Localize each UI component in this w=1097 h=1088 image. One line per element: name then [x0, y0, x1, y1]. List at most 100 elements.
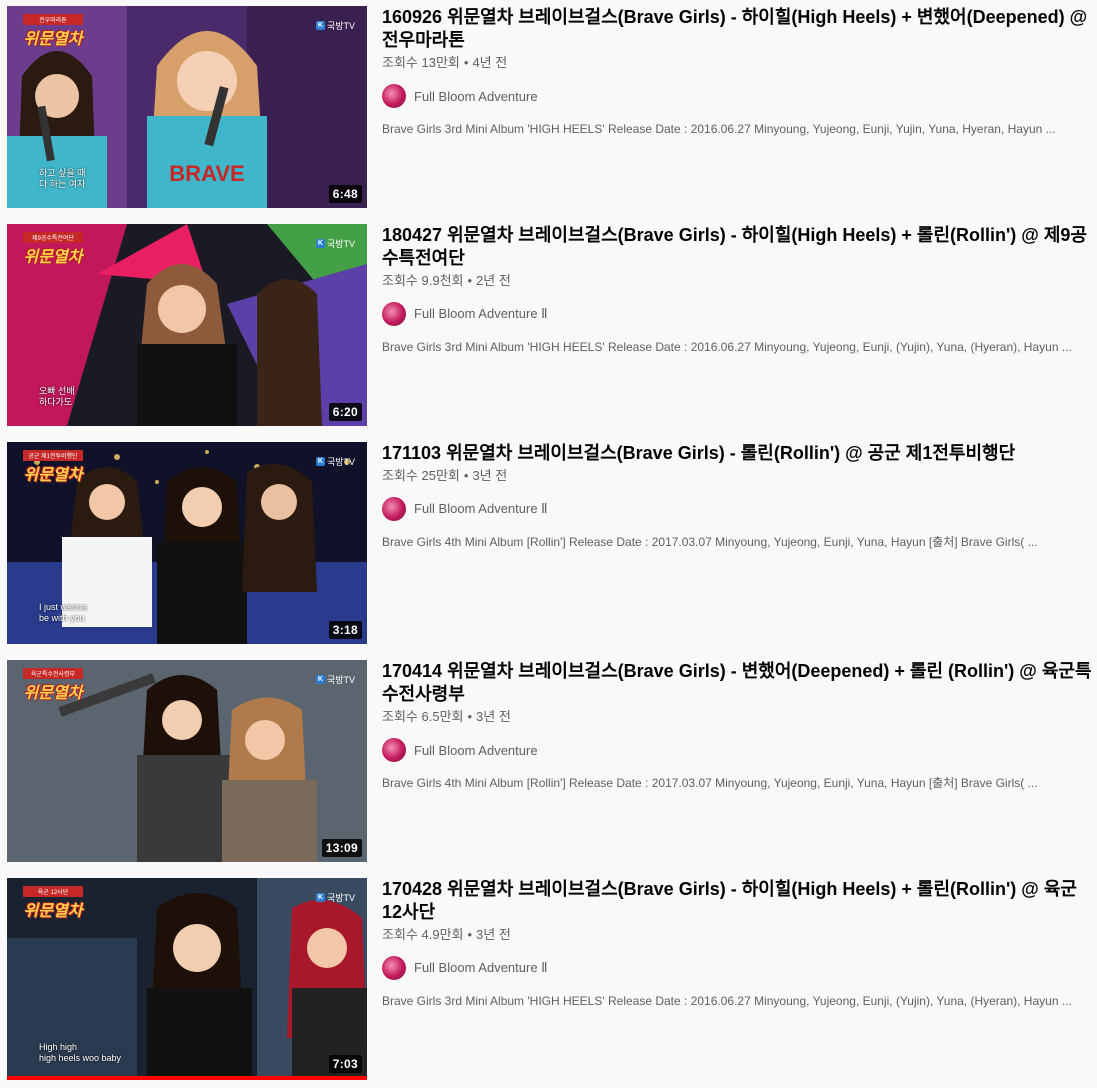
video-subtitle: 하고 싶을 때 다 하는 여자 [39, 168, 86, 189]
duration-badge: 6:20 [328, 403, 362, 421]
channel-row[interactable]: Full Bloom Adventure Ⅱ [382, 956, 1092, 980]
video-item[interactable]: 제9공수특전여단 위문열차 K 국방TV 오빠 선배 하다가도 6:20 180… [7, 224, 1097, 426]
video-subtitle: High high high heels woo baby [39, 1042, 122, 1063]
video-description: Brave Girls 4th Mini Album [Rollin'] Rel… [382, 776, 1038, 790]
channel-name[interactable]: Full Bloom Adventure [414, 89, 538, 104]
video-meta: 180427 위문열차 브레이브걸스(Brave Girls) - 하이힐(Hi… [382, 224, 1092, 356]
show-logo-caption: 육군 12사단 [23, 886, 83, 897]
separator-dot: • [467, 709, 473, 724]
video-description: Brave Girls 4th Mini Album [Rollin'] Rel… [382, 535, 1038, 549]
video-meta: 160926 위문열차 브레이브걸스(Brave Girls) - 하이힐(Hi… [382, 6, 1092, 138]
video-item[interactable]: BRAVE 전우마라톤 위문열차 K 국방TV 하고 싶을 때 다 하는 여자 … [7, 6, 1097, 208]
video-thumbnail[interactable]: BRAVE 전우마라톤 위문열차 K 국방TV 하고 싶을 때 다 하는 여자 … [7, 6, 367, 208]
video-subtitle: 오빠 선배 하다가도 [39, 386, 75, 407]
station-logo: K 국방TV [315, 19, 355, 32]
video-meta: 170414 위문열차 브레이브걸스(Brave Girls) - 변했어(De… [382, 660, 1092, 792]
show-logo-caption: 육군특수전사령부 [23, 668, 83, 679]
video-stats: 조회수 4.9만회 • 3년 전 [382, 926, 1092, 944]
channel-row[interactable]: Full Bloom Adventure Ⅱ [382, 302, 1092, 326]
station-name: 국방TV [326, 21, 355, 31]
video-title[interactable]: 170414 위문열차 브레이브걸스(Brave Girls) - 변했어(De… [382, 660, 1092, 706]
station-logo: K 국방TV [315, 891, 355, 904]
video-stats: 조회수 9.9천회 • 2년 전 [382, 272, 1092, 290]
video-meta: 170428 위문열차 브레이브걸스(Brave Girls) - 하이힐(Hi… [382, 878, 1092, 1010]
channel-name[interactable]: Full Bloom Adventure Ⅱ [414, 960, 548, 976]
video-meta: 171103 위문열차 브레이브걸스(Brave Girls) - 롤린(Rol… [382, 442, 1092, 551]
channel-row[interactable]: Full Bloom Adventure [382, 738, 1092, 762]
duration-badge: 6:48 [328, 185, 362, 203]
video-list: BRAVE 전우마라톤 위문열차 K 국방TV 하고 싶을 때 다 하는 여자 … [0, 0, 1097, 1088]
station-name: 국방TV [326, 893, 355, 903]
video-stats: 조회수 13만회 • 4년 전 [382, 54, 1092, 72]
show-logo-title: 위문열차 [23, 903, 83, 920]
separator-dot: • [467, 927, 473, 942]
show-logo-caption: 전우마라톤 [23, 14, 83, 25]
channel-name[interactable]: Full Bloom Adventure [414, 743, 538, 758]
video-description: Brave Girls 3rd Mini Album 'HIGH HEELS' … [382, 994, 1072, 1008]
watched-progress-bar [7, 1076, 367, 1080]
video-thumbnail[interactable]: 육군특수전사령부 위문열차 K 국방TV 13:09 [7, 660, 367, 862]
duration-badge: 7:03 [328, 1055, 362, 1073]
view-count: 조회수 25만회 [382, 468, 460, 483]
show-logo: 육군특수전사령부 위문열차 [23, 668, 83, 703]
channel-avatar-icon[interactable] [382, 956, 406, 980]
station-name: 국방TV [326, 675, 355, 685]
video-description: Brave Girls 3rd Mini Album 'HIGH HEELS' … [382, 122, 1056, 136]
show-logo: 공군 제1전투비행단 위문열차 [23, 450, 83, 485]
channel-avatar-icon[interactable] [382, 497, 406, 521]
station-logo: K 국방TV [315, 455, 355, 468]
upload-age: 3년 전 [476, 709, 511, 724]
show-logo-caption: 공군 제1전투비행단 [23, 450, 83, 461]
duration-badge: 3:18 [328, 621, 362, 639]
view-count: 조회수 4.9만회 [382, 927, 464, 942]
video-item[interactable]: 육군특수전사령부 위문열차 K 국방TV 13:09 170414 위문열차 브… [7, 660, 1097, 862]
channel-avatar-icon[interactable] [382, 302, 406, 326]
separator-dot: • [463, 55, 469, 70]
station-name: 국방TV [326, 239, 355, 249]
video-thumbnail[interactable]: 제9공수특전여단 위문열차 K 국방TV 오빠 선배 하다가도 6:20 [7, 224, 367, 426]
station-name: 국방TV [326, 457, 355, 467]
channel-row[interactable]: Full Bloom Adventure Ⅱ [382, 497, 1092, 521]
video-title[interactable]: 171103 위문열차 브레이브걸스(Brave Girls) - 롤린(Rol… [382, 442, 1092, 465]
show-logo-title: 위문열차 [23, 31, 83, 48]
separator-dot: • [467, 273, 473, 288]
video-description: Brave Girls 3rd Mini Album 'HIGH HEELS' … [382, 340, 1072, 354]
kbs-logo-icon: K [315, 239, 325, 248]
video-thumbnail[interactable]: 육군 12사단 위문열차 K 국방TV High high high heels… [7, 878, 367, 1080]
video-item[interactable]: 육군 12사단 위문열차 K 국방TV High high high heels… [7, 878, 1097, 1080]
view-count: 조회수 13만회 [382, 55, 460, 70]
channel-avatar-icon[interactable] [382, 738, 406, 762]
kbs-logo-icon: K [315, 21, 325, 30]
station-logo: K 국방TV [315, 673, 355, 686]
video-title[interactable]: 180427 위문열차 브레이브걸스(Brave Girls) - 하이힐(Hi… [382, 224, 1092, 270]
video-thumbnail[interactable]: 공군 제1전투비행단 위문열차 K 국방TV I just wanna be w… [7, 442, 367, 644]
channel-row[interactable]: Full Bloom Adventure [382, 84, 1092, 108]
view-count: 조회수 6.5만회 [382, 709, 464, 724]
show-logo-title: 위문열차 [23, 249, 83, 266]
channel-name[interactable]: Full Bloom Adventure Ⅱ [414, 501, 548, 517]
show-logo: 전우마라톤 위문열차 [23, 14, 83, 49]
show-logo-caption: 제9공수특전여단 [23, 232, 83, 243]
show-logo: 육군 12사단 위문열차 [23, 886, 83, 921]
kbs-logo-icon: K [315, 457, 325, 466]
video-title[interactable]: 160926 위문열차 브레이브걸스(Brave Girls) - 하이힐(Hi… [382, 6, 1092, 52]
channel-avatar-icon[interactable] [382, 84, 406, 108]
channel-name[interactable]: Full Bloom Adventure Ⅱ [414, 306, 548, 322]
video-stats: 조회수 6.5만회 • 3년 전 [382, 708, 1092, 726]
station-logo: K 국방TV [315, 237, 355, 250]
upload-age: 3년 전 [472, 468, 508, 483]
video-subtitle: I just wanna be with you [39, 602, 88, 623]
svg-text:BRAVE: BRAVE [169, 161, 244, 186]
video-item[interactable]: 공군 제1전투비행단 위문열차 K 국방TV I just wanna be w… [7, 442, 1097, 644]
upload-age: 4년 전 [472, 55, 508, 70]
view-count: 조회수 9.9천회 [382, 273, 464, 288]
video-title[interactable]: 170428 위문열차 브레이브걸스(Brave Girls) - 하이힐(Hi… [382, 878, 1092, 924]
duration-badge: 13:09 [321, 839, 362, 857]
video-stats: 조회수 25만회 • 3년 전 [382, 467, 1092, 485]
kbs-logo-icon: K [315, 893, 325, 902]
separator-dot: • [463, 468, 469, 483]
upload-age: 2년 전 [476, 273, 511, 288]
kbs-logo-icon: K [315, 675, 325, 684]
show-logo-title: 위문열차 [23, 467, 83, 484]
show-logo: 제9공수특전여단 위문열차 [23, 232, 83, 267]
